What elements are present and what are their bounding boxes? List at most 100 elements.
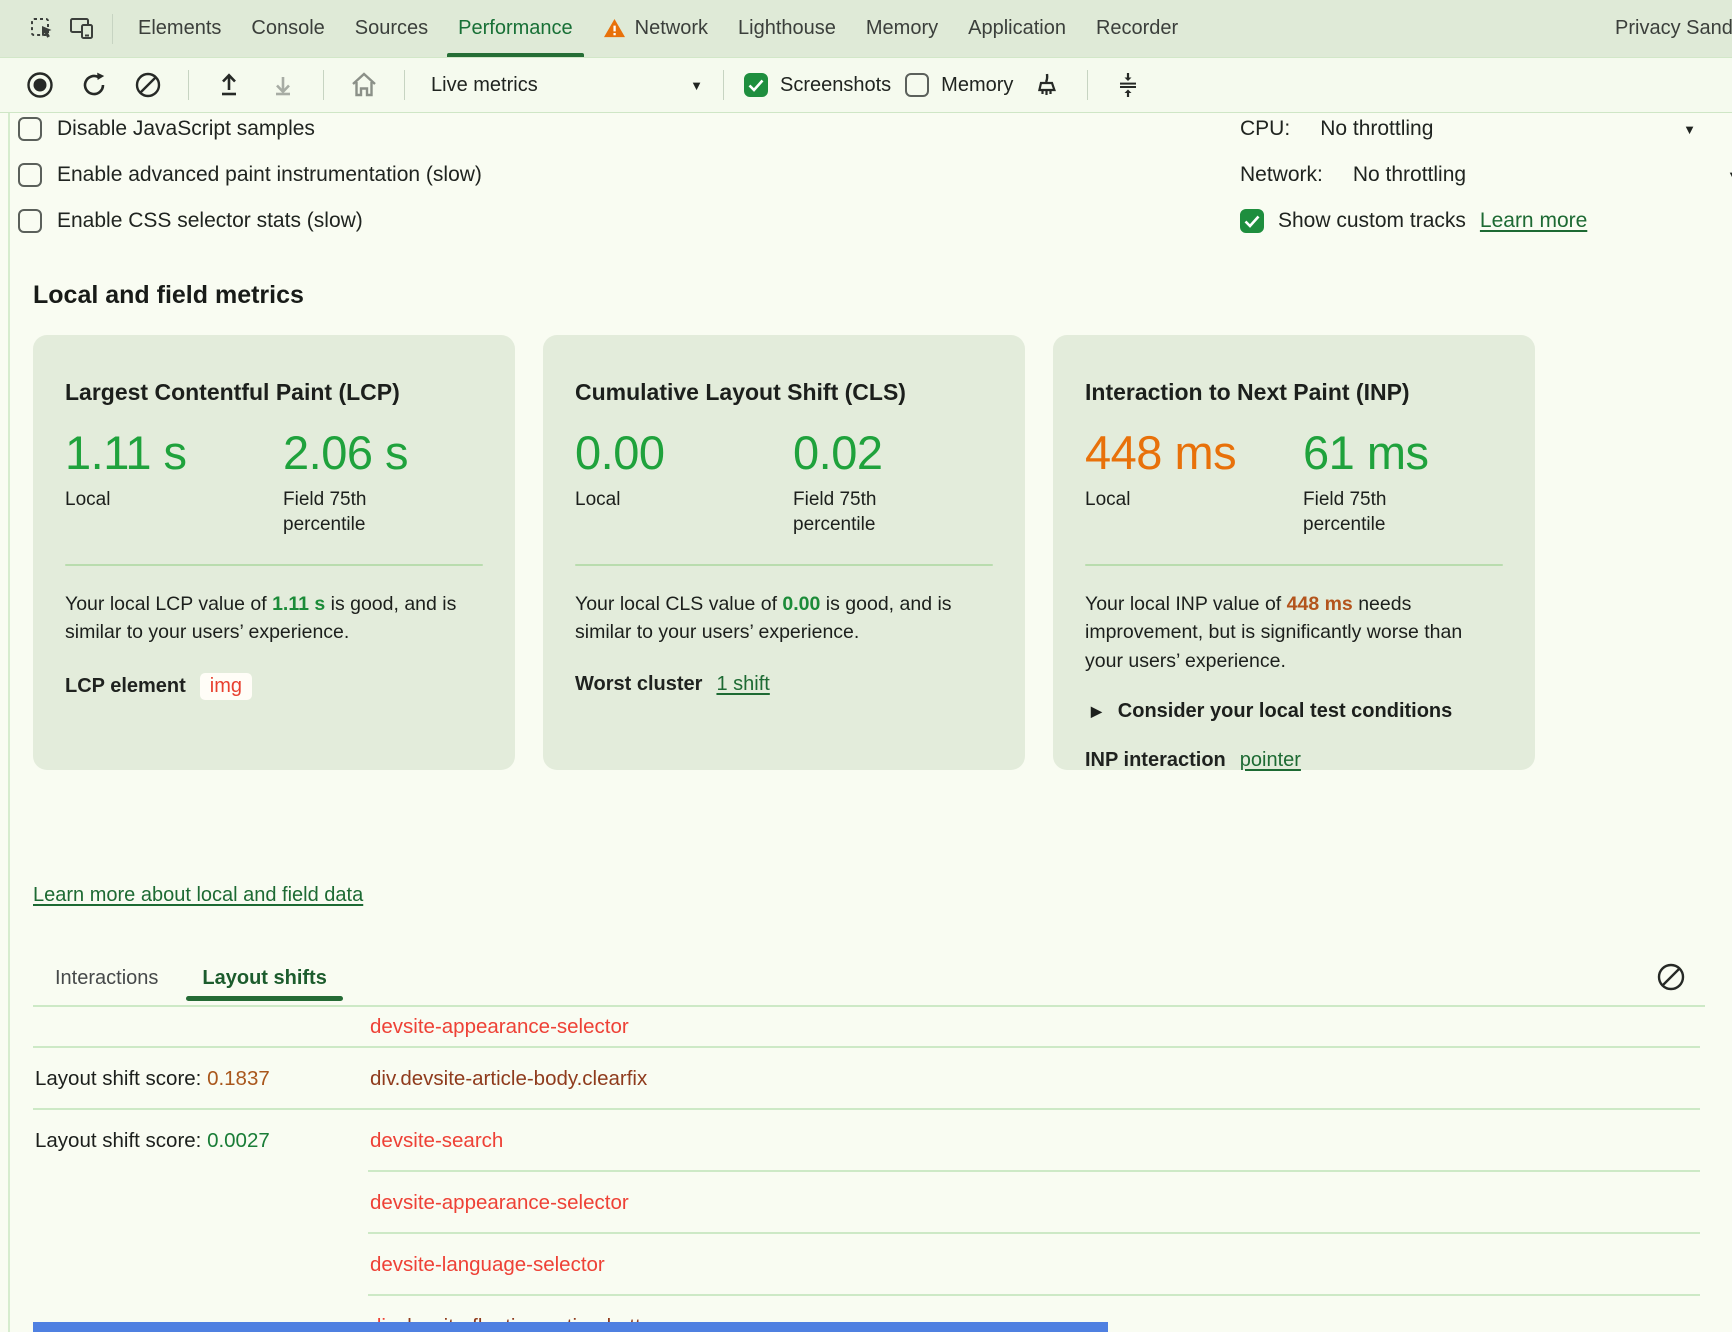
expander-label: Consider your local test conditions (1118, 700, 1453, 723)
desc-value: 1.11 s (272, 593, 325, 615)
cls-local-value: 0.00 (575, 428, 793, 477)
tab-privacy-sandbox[interactable]: Privacy Sandbox (1600, 0, 1732, 57)
lcp-local-value: 1.11 s (65, 428, 283, 477)
tab-label: Network (635, 17, 708, 40)
layout-shift-score-value: 0.0027 (207, 1129, 270, 1152)
toolbar-separator (323, 70, 324, 100)
learn-more-link[interactable]: Learn more (1480, 209, 1587, 233)
lcp-footer: LCP element img (65, 673, 483, 700)
tab-memory[interactable]: Memory (851, 0, 953, 57)
checkbox-unchecked-icon (18, 209, 42, 233)
inp-local-label: Local (1085, 487, 1217, 512)
cls-field-value: 0.02 (793, 428, 925, 477)
element-link-part: devsite-language-selector (370, 1253, 605, 1276)
cls-field-label: Field 75th percentile (793, 487, 925, 537)
element-link[interactable]: devsite-language-selector (370, 1253, 605, 1277)
live-metrics-select[interactable]: Live metrics ▼ (425, 74, 703, 97)
checkbox-checked-icon (1240, 209, 1264, 233)
layout-shift-score-value: 0.1837 (207, 1067, 270, 1090)
checkbox-unchecked-icon (18, 163, 42, 187)
show-custom-tracks-checkbox[interactable]: Show custom tracks Learn more (1240, 198, 1732, 244)
tab-recorder[interactable]: Recorder (1081, 0, 1193, 57)
disable-js-samples-checkbox[interactable]: Disable JavaScript samples (18, 106, 482, 152)
layout-shift-row: devsite-appearance-selector (33, 1172, 1732, 1234)
desc-text: Your local INP value of (1085, 593, 1287, 615)
card-divider (575, 564, 993, 566)
inp-values: 448 ms Local 61 ms Field 75th percentile (1085, 428, 1503, 538)
tab-elements[interactable]: Elements (123, 0, 236, 57)
layout-shift-row: devsite-language-selector (33, 1234, 1732, 1296)
reload-icon[interactable] (74, 65, 114, 105)
inp-local-value: 448 ms (1085, 428, 1303, 477)
element-link-part: devsite-appearance-selector (370, 1015, 629, 1038)
clear-icon[interactable] (128, 65, 168, 105)
tab-label: Sources (355, 17, 428, 40)
chevron-down-icon: ▼ (690, 78, 703, 93)
element-link[interactable]: devsite-appearance-selector (370, 1015, 629, 1039)
local-test-conditions-expander[interactable]: ▶ Consider your local test conditions (1085, 700, 1503, 723)
lcp-local-label: Local (65, 487, 197, 512)
collect-garbage-icon[interactable] (1027, 65, 1067, 105)
inspect-icon[interactable] (22, 9, 62, 49)
setting-label: Enable CSS selector stats (slow) (57, 209, 363, 233)
collapse-icon[interactable] (1108, 65, 1148, 105)
desc-text: Your local CLS value of (575, 593, 782, 615)
checkbox-unchecked-icon (18, 117, 42, 141)
tab-label: Memory (866, 17, 938, 40)
element-link[interactable]: devsite-appearance-selector (370, 1191, 629, 1215)
inp-interaction-link[interactable]: pointer (1240, 749, 1301, 772)
home-icon[interactable] (344, 65, 384, 105)
element-link[interactable]: div.devsite-article-body.clearfix (370, 1067, 647, 1091)
tab-console[interactable]: Console (236, 0, 339, 57)
tab-interactions[interactable]: Interactions (55, 967, 158, 990)
element-link-part: div.devsite-article-body.clearfix (370, 1067, 647, 1090)
tab-label: Privacy Sandbox (1615, 17, 1732, 40)
inp-interaction-label: INP interaction (1085, 749, 1226, 772)
cpu-value: No throttling (1320, 117, 1433, 141)
element-link-part: devsite-search (370, 1129, 503, 1152)
toolbar-separator (404, 70, 405, 100)
cls-values: 0.00 Local 0.02 Field 75th percentile (575, 428, 993, 538)
save-profile-icon[interactable] (263, 65, 303, 105)
tab-layout-shifts[interactable]: Layout shifts (202, 967, 326, 990)
inp-card: Interaction to Next Paint (INP) 448 ms L… (1053, 335, 1535, 770)
device-toolbar-icon[interactable] (62, 9, 102, 49)
card-divider (1085, 564, 1503, 566)
tab-sources[interactable]: Sources (340, 0, 443, 57)
triangle-right-icon: ▶ (1091, 703, 1102, 720)
setting-label: Disable JavaScript samples (57, 117, 315, 141)
throttling-settings: CPU: No throttling ▼ Network: No throttl… (1240, 106, 1732, 244)
metrics-heading: Local and field metrics (33, 281, 304, 310)
tab-label: Recorder (1096, 17, 1178, 40)
record-icon[interactable] (20, 65, 60, 105)
load-profile-icon[interactable] (209, 65, 249, 105)
warning-icon (603, 18, 626, 39)
checkbox-unchecked-icon (905, 73, 929, 97)
lcp-description: Your local LCP value of 1.11 s is good, … (65, 590, 483, 648)
advanced-paint-instrumentation-checkbox[interactable]: Enable advanced paint instrumentation (s… (18, 152, 482, 198)
clear-log-icon[interactable] (1656, 962, 1686, 992)
lcp-element-chip[interactable]: img (200, 673, 252, 700)
element-link[interactable]: devsite-search (370, 1129, 503, 1153)
show-custom-tracks-label: Show custom tracks (1278, 209, 1466, 233)
setting-label: Enable advanced paint instrumentation (s… (57, 163, 482, 187)
lcp-card: Largest Contentful Paint (LCP) 1.11 s Lo… (33, 335, 515, 770)
worst-cluster-link[interactable]: 1 shift (716, 673, 769, 696)
learn-more-field-data-link[interactable]: Learn more about local and field data (33, 884, 363, 907)
memory-checkbox[interactable]: Memory (905, 73, 1013, 97)
tab-lighthouse[interactable]: Lighthouse (723, 0, 851, 57)
lcp-values: 1.11 s Local 2.06 s Field 75th percentil… (65, 428, 483, 538)
tab-performance[interactable]: Performance (443, 0, 588, 57)
performance-toolbar: Live metrics ▼ Screenshots Memory (0, 57, 1732, 113)
tab-application[interactable]: Application (953, 0, 1081, 57)
cls-card: Cumulative Layout Shift (CLS) 0.00 Local… (543, 335, 1025, 770)
layout-shifts-rows: devsite-appearance-selectorLayout shift … (33, 1006, 1732, 1332)
cpu-throttling-select[interactable]: CPU: No throttling ▼ (1240, 106, 1732, 152)
css-selector-stats-checkbox[interactable]: Enable CSS selector stats (slow) (18, 198, 482, 244)
screenshots-checkbox[interactable]: Screenshots (744, 73, 891, 97)
network-throttling-select[interactable]: Network: No throttling ▼ (1240, 152, 1732, 198)
devtools-tabbar: Elements Console Sources Performance Net… (0, 0, 1732, 57)
tab-label: Console (251, 17, 324, 40)
panel-left-border (8, 113, 10, 1332)
tab-network[interactable]: Network (588, 0, 723, 57)
